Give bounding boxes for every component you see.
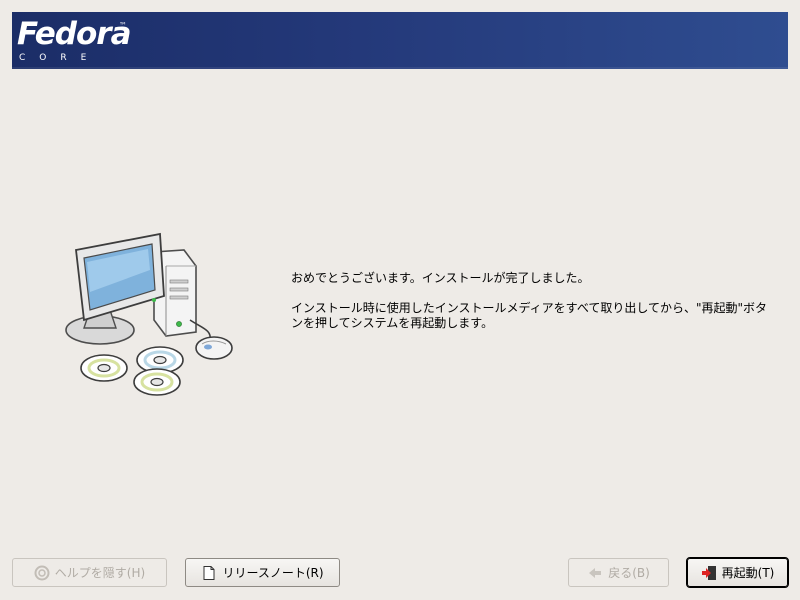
- document-icon: [203, 565, 215, 580]
- fedora-logo: Fedora ™ CORE: [17, 16, 137, 66]
- completion-heading: おめでとうございます。インストールが完了しました。: [291, 271, 590, 285]
- back-arrow-icon: [589, 567, 602, 578]
- release-notes-button[interactable]: リリースノート(R): [185, 558, 340, 587]
- computer-discs-illustration: [65, 232, 233, 396]
- reboot-button[interactable]: 再起動(T): [686, 557, 789, 588]
- logo-core-label: CORE: [19, 53, 101, 63]
- hide-help-label: ヘルプを隠す(H): [54, 566, 146, 580]
- completion-instructions: インストール時に使用したインストールメディアをすべて取り出してから、"再起動"ボ…: [291, 301, 768, 330]
- back-label: 戻る(B): [608, 566, 650, 580]
- exit-icon: [701, 565, 716, 580]
- release-notes-label: リリースノート(R): [222, 566, 324, 580]
- logo-trademark: ™: [119, 21, 127, 30]
- completion-message: おめでとうございます。インストールが完了しました。 インストール時に使用したイン…: [291, 271, 773, 346]
- hide-help-button[interactable]: ヘルプを隠す(H): [12, 558, 167, 587]
- logo-wordmark: Fedora: [17, 16, 131, 52]
- header-banner: Fedora ™ CORE: [12, 12, 788, 69]
- installer-window: Fedora ™ CORE おめでとうございます。インストールが完了しました。 …: [0, 0, 800, 600]
- reboot-label: 再起動(T): [721, 566, 775, 580]
- help-icon: [34, 565, 50, 580]
- back-button[interactable]: 戻る(B): [568, 558, 669, 587]
